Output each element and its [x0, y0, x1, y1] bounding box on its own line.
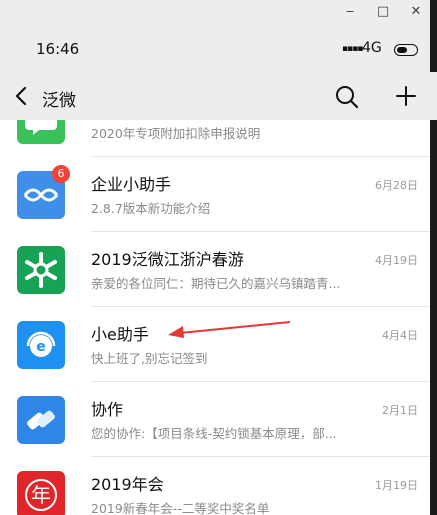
- item-preview: 快上班了,别忘记签到: [91, 351, 208, 366]
- item-title: 2019泛微江浙沪春游: [91, 250, 244, 269]
- item-date: 1月19日: [375, 479, 418, 492]
- avatar-text: 年: [31, 483, 51, 507]
- handshake-icon: [17, 396, 65, 444]
- close-button[interactable]: ✕: [404, 3, 428, 21]
- item-preview: 亲爱的各位同仁：期待已久的嘉兴乌镇踏青...: [91, 276, 341, 291]
- page-title: 泛微: [42, 91, 76, 111]
- battery-icon: [394, 44, 418, 56]
- item-date: 4月4日: [382, 329, 418, 342]
- item-preview: 2020年专项附加扣除申报说明: [91, 126, 261, 141]
- maximize-button[interactable]: □: [371, 3, 395, 21]
- item-title: 2019年会: [91, 475, 164, 494]
- item-title: 小e助手: [91, 325, 149, 344]
- list-item[interactable]: 年 2019年会 2019新春年会--二等奖中奖名单 1月19日: [0, 457, 430, 515]
- signal-icon: ▪▪▪▪: [342, 44, 363, 54]
- item-date: 4月19日: [375, 254, 418, 267]
- search-icon[interactable]: [334, 84, 360, 110]
- chat-icon: [17, 120, 65, 144]
- item-preview: 2019新春年会--二等奖中奖名单: [91, 501, 270, 515]
- unread-badge: 6: [52, 165, 70, 183]
- svg-text:e: e: [36, 339, 46, 355]
- item-title: 企业小助手: [91, 175, 172, 194]
- list-item[interactable]: 协作 您的协作:【项目条线-契约锁基本原理，部... 2月1日: [0, 382, 430, 457]
- network-label: 4G: [362, 40, 382, 56]
- status-bar: 16:46 ▪▪▪▪ 4G: [0, 24, 437, 72]
- item-preview: 2.8.7版本新功能介绍: [91, 201, 211, 216]
- item-date: 2月1日: [382, 404, 418, 417]
- nian-icon: 年: [17, 471, 65, 515]
- plus-icon[interactable]: [394, 84, 418, 108]
- minimize-button[interactable]: ‒: [338, 3, 362, 21]
- chevron-left-icon[interactable]: [12, 84, 32, 108]
- chat-list: 2020年专项附加扣除申报说明 6 企业小助手 2.8.7版本新功能介绍 6月2…: [0, 120, 430, 515]
- headset-icon: e: [17, 321, 65, 369]
- window-titlebar: ‒ □ ✕: [0, 0, 437, 24]
- list-item[interactable]: 2020年专项附加扣除申报说明: [0, 120, 430, 157]
- snowflake-icon: [17, 246, 65, 294]
- list-item[interactable]: e 小e助手 快上班了,别忘记签到 4月4日: [0, 307, 430, 382]
- item-date: 6月28日: [375, 179, 418, 192]
- item-title: 协作: [91, 400, 124, 419]
- status-time: 16:46: [36, 40, 80, 58]
- nav-bar: 泛微: [0, 72, 437, 120]
- list-item[interactable]: 6 企业小助手 2.8.7版本新功能介绍 6月28日: [0, 157, 430, 232]
- list-item[interactable]: 2019泛微江浙沪春游 亲爱的各位同仁：期待已久的嘉兴乌镇踏青... 4月19日: [0, 232, 430, 307]
- item-preview: 您的协作:【项目条线-契约锁基本原理，部...: [91, 426, 337, 441]
